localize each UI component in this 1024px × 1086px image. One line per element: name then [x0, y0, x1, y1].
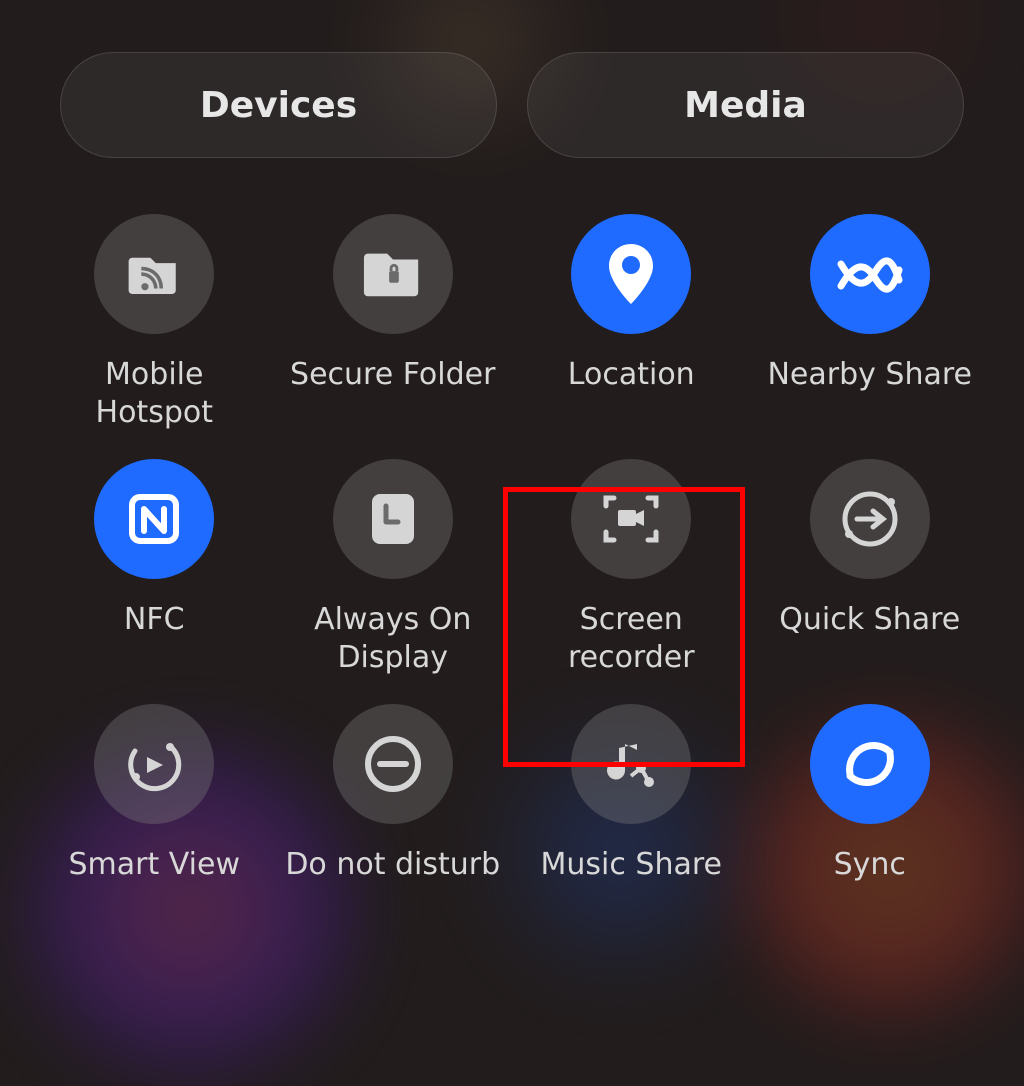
dnd-icon: [362, 733, 424, 795]
quick-settings-panel: Devices Media Mob: [0, 0, 1024, 1086]
tile-label: Screen recorder: [521, 601, 741, 676]
tile-label: Mobile Hotspot: [44, 356, 264, 431]
media-button[interactable]: Media: [527, 52, 964, 158]
rss-folder-icon: [125, 245, 183, 303]
screen-record-icon: [600, 492, 662, 546]
nfc-icon: [126, 491, 182, 547]
tile-circle: [571, 459, 691, 579]
tile-circle: [571, 214, 691, 334]
header-row: Devices Media: [0, 0, 1024, 158]
share-arrow-icon: [839, 488, 901, 550]
tile-label: Nearby Share: [767, 356, 972, 394]
tile-screen-recorder[interactable]: Screen recorder: [517, 459, 746, 676]
tile-do-not-disturb[interactable]: Do not disturb: [279, 704, 508, 884]
tile-label: Secure Folder: [290, 356, 495, 394]
tile-label: NFC: [124, 601, 185, 639]
tiles-grid: Mobile Hotspot Secure Folder: [0, 158, 1024, 884]
tile-label: Location: [568, 356, 695, 394]
tile-circle: [333, 459, 453, 579]
tile-label: Do not disturb: [285, 846, 500, 884]
tile-circle: [333, 214, 453, 334]
tile-circle: [94, 214, 214, 334]
tile-always-on-display[interactable]: Always On Display: [279, 459, 508, 676]
tile-circle: [94, 704, 214, 824]
tile-nfc[interactable]: NFC: [40, 459, 269, 676]
tile-circle: [810, 214, 930, 334]
sync-icon: [838, 732, 902, 796]
tile-sync[interactable]: Sync: [756, 704, 985, 884]
tile-circle: [571, 704, 691, 824]
tile-smart-view[interactable]: Smart View: [40, 704, 269, 884]
devices-button[interactable]: Devices: [60, 52, 497, 158]
tile-music-share[interactable]: Music Share: [517, 704, 746, 884]
tile-location[interactable]: Location: [517, 214, 746, 431]
tile-circle: [810, 459, 930, 579]
tile-label: Quick Share: [779, 601, 960, 639]
lock-folder-icon: [362, 245, 424, 303]
tile-secure-folder[interactable]: Secure Folder: [279, 214, 508, 431]
tile-label: Smart View: [69, 846, 240, 884]
tile-quick-share[interactable]: Quick Share: [756, 459, 985, 676]
weave-icon: [835, 254, 905, 294]
tile-label: Music Share: [541, 846, 722, 884]
tile-circle: [810, 704, 930, 824]
tile-circle: [333, 704, 453, 824]
media-label: Media: [684, 85, 807, 126]
tile-nearby-share[interactable]: Nearby Share: [756, 214, 985, 431]
smart-view-icon: [123, 733, 185, 795]
devices-label: Devices: [200, 85, 357, 126]
tile-circle: [94, 459, 214, 579]
clock-box-icon: [368, 490, 418, 548]
tile-mobile-hotspot[interactable]: Mobile Hotspot: [40, 214, 269, 431]
music-share-icon: [601, 734, 661, 794]
tile-label: Always On Display: [283, 601, 503, 676]
tile-label: Sync: [834, 846, 906, 884]
pin-icon: [605, 242, 657, 306]
